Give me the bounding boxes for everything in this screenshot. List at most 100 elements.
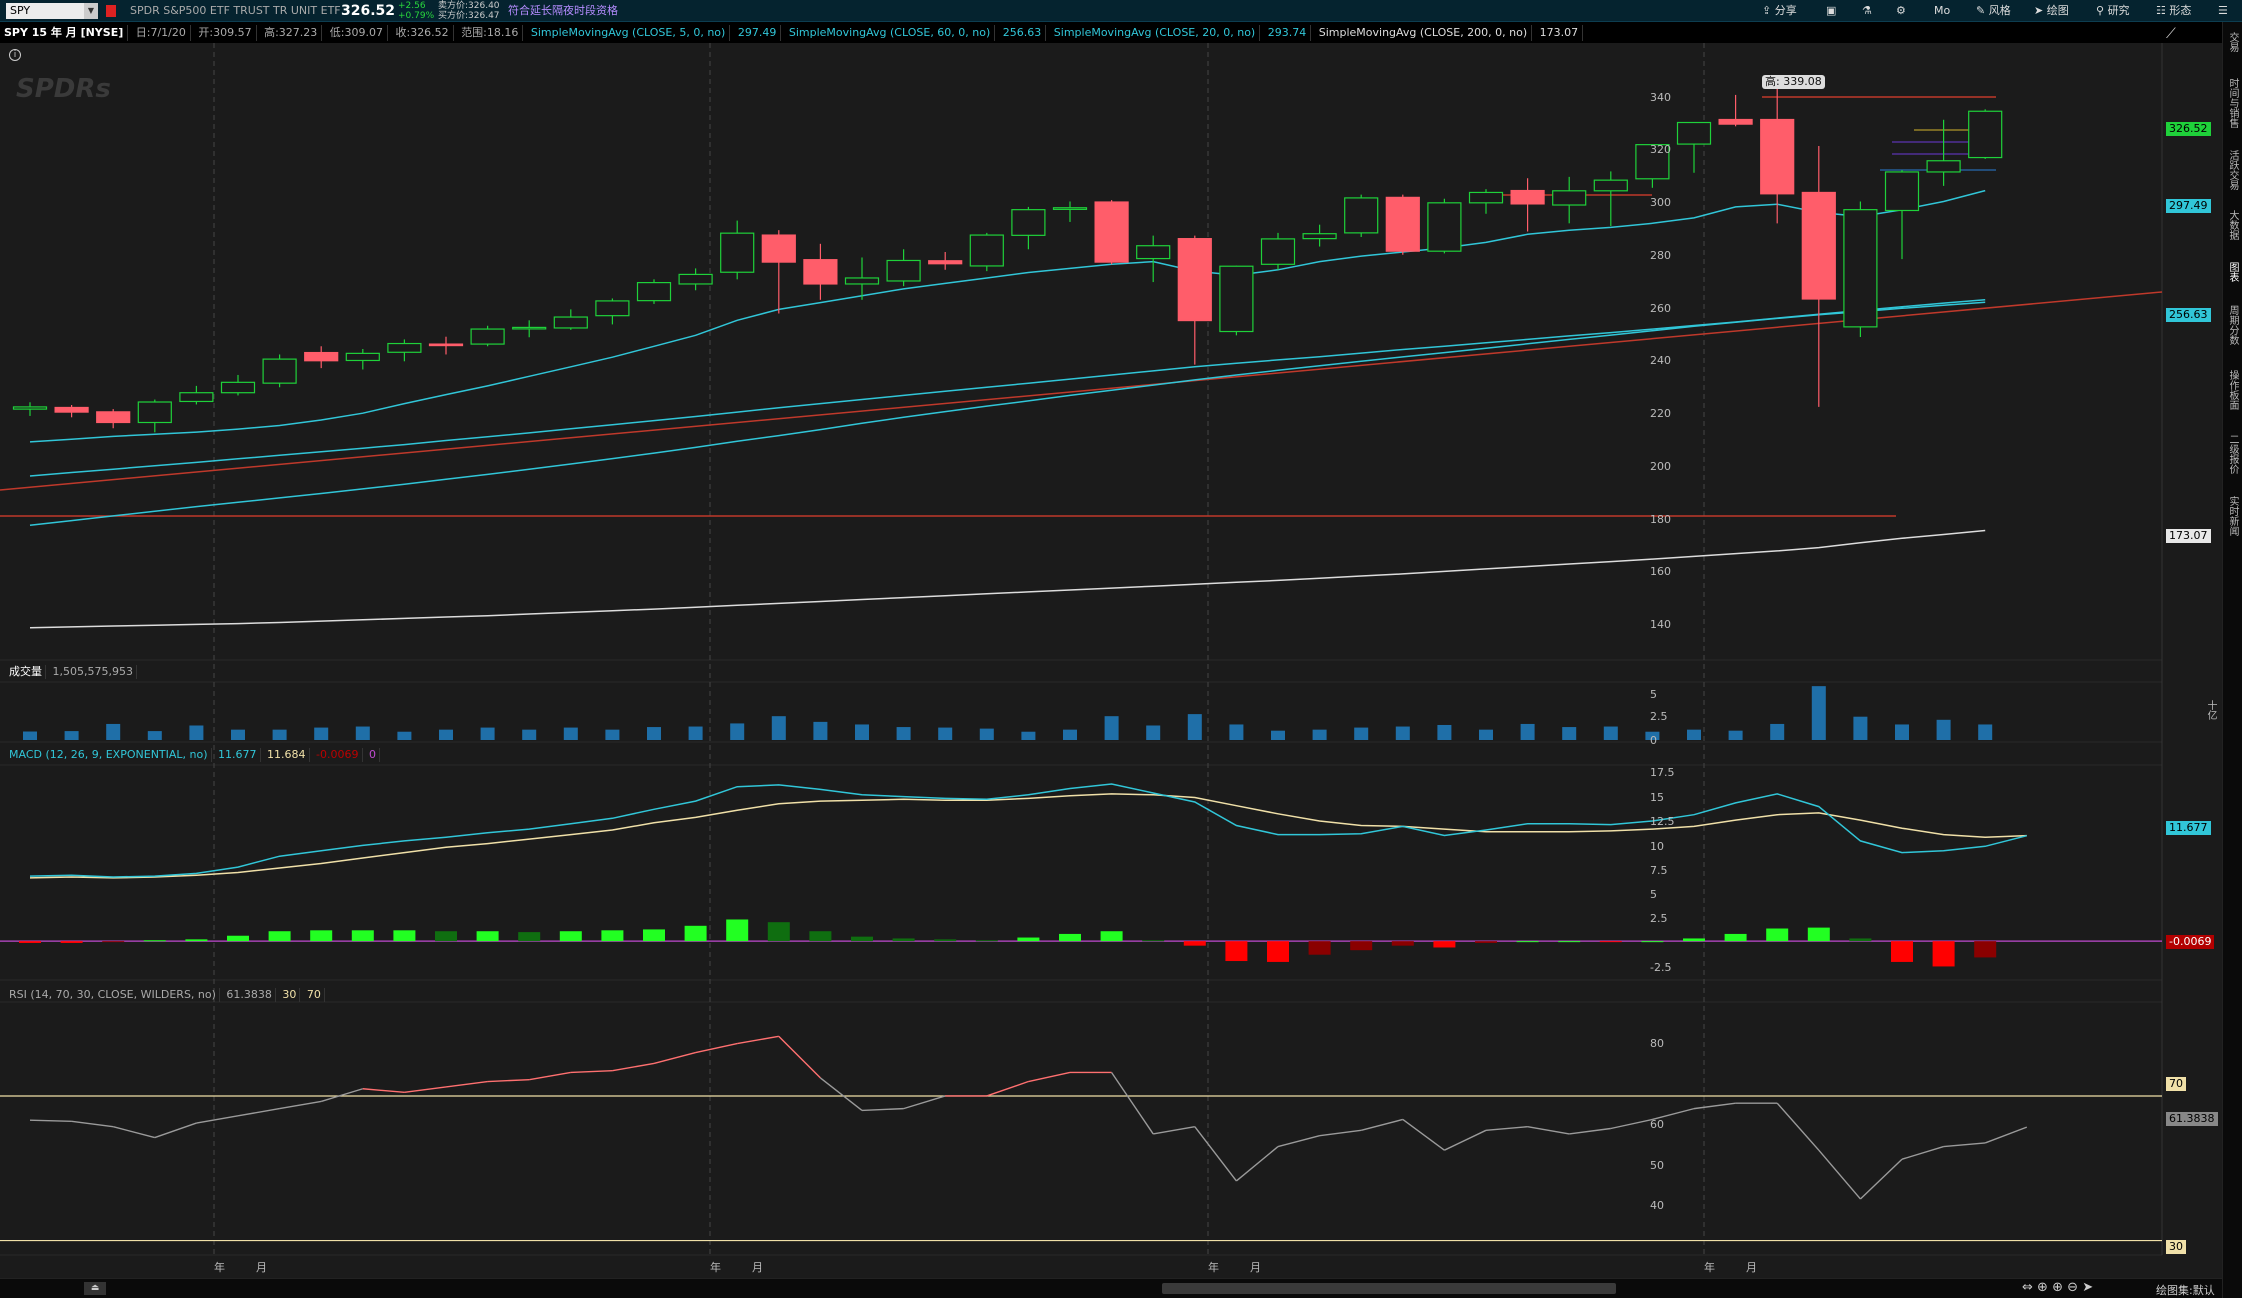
horizontal-scrollbar[interactable] <box>1162 1283 1616 1294</box>
macd-avg: 11.684 <box>264 748 310 762</box>
rsi-ob-tag: 70 <box>2166 1077 2186 1091</box>
candle-body <box>1510 189 1545 205</box>
volume-bar <box>522 729 537 740</box>
price-tick: 280 <box>1650 249 1671 262</box>
macd-histogram-bar <box>1683 938 1705 942</box>
candle-body <box>1302 233 1337 240</box>
macd-histogram-bar <box>393 930 416 942</box>
volume-bar <box>1728 730 1743 740</box>
drawing-set-status[interactable]: 绘图集:默认 <box>2156 1282 2215 1298</box>
volume-bar <box>355 726 370 740</box>
volume-bar <box>64 731 79 740</box>
price-tick: 160 <box>1650 565 1671 578</box>
candle-body <box>1760 118 1795 195</box>
right-tab-charts[interactable]: 图表 <box>2224 262 2240 282</box>
volume-bar <box>1520 723 1535 740</box>
volume-bar <box>1853 716 1868 740</box>
volume-value: 1,505,575,953 <box>50 665 137 679</box>
volume-bar <box>688 726 703 740</box>
macd-histogram-bar <box>1932 941 1955 967</box>
info-icon[interactable]: i <box>9 49 21 61</box>
macd-diff: -0.0069 <box>313 748 363 762</box>
candle-body <box>595 300 630 317</box>
macd-tick: 5 <box>1650 888 1657 901</box>
zoom-controls[interactable]: ⇔ ⊕ ⊕ ⊖ ➤ <box>2022 1280 2093 1295</box>
high-tag: 高: 339.08 <box>1762 75 1825 89</box>
chart-corner-icon[interactable]: ⟋ <box>2166 26 2176 42</box>
candle-body <box>345 352 380 362</box>
macd-histogram-bar <box>1100 931 1123 942</box>
macd-tick: 17.5 <box>1650 766 1675 779</box>
candle-body <box>1718 118 1753 125</box>
macd-histogram-bar <box>934 939 957 942</box>
macd-histogram-bar <box>601 930 624 942</box>
candle-body <box>1094 201 1129 263</box>
volume-title[interactable]: 成交量 <box>6 665 46 679</box>
right-tab-big-data[interactable]: 大数据 <box>2224 210 2240 240</box>
zoom-in-icon[interactable]: ⊕ <box>2052 1280 2063 1295</box>
macd-histogram-bar <box>684 925 707 942</box>
rsi-tick: 80 <box>1650 1037 1664 1050</box>
macd-tick: 7.5 <box>1650 864 1668 877</box>
volume-bar <box>1354 727 1369 740</box>
zoom-out-icon[interactable]: ⊖ <box>2067 1280 2078 1295</box>
pan-icon[interactable]: ⇔ <box>2022 1280 2033 1295</box>
x-label-month: 月 <box>256 1261 267 1274</box>
volume-bar <box>1562 727 1577 740</box>
volume-bar <box>23 731 37 740</box>
candle-body <box>1052 207 1088 210</box>
right-tab-dashboard[interactable]: 操作板面 <box>2224 370 2240 410</box>
volume-bar <box>1104 716 1119 740</box>
crosshair-icon[interactable]: ⊕ <box>2037 1280 2048 1295</box>
collapse-button[interactable]: ⏏ <box>84 1282 106 1295</box>
macd-histogram-bar <box>185 939 208 942</box>
pointer-icon[interactable]: ➤ <box>2082 1280 2093 1295</box>
volume-bar <box>1603 726 1618 740</box>
macd-zero: 0 <box>366 748 380 762</box>
macd-histogram-bar <box>643 929 665 942</box>
right-tab-level2[interactable]: 二级报价 <box>2224 434 2240 474</box>
chart-canvas[interactable] <box>0 0 2222 1278</box>
bottom-bar: ⏏ ⇔ ⊕ ⊕ ⊖ ➤ 绘图集:默认 <box>0 1278 2222 1298</box>
candle-body <box>720 232 755 273</box>
rsi-tick: 50 <box>1650 1159 1664 1172</box>
macd-histogram-bar <box>1183 941 1206 946</box>
candle-body <box>1427 202 1462 252</box>
x-label-year: 年 <box>1208 1261 1219 1274</box>
candle-body <box>1011 209 1046 236</box>
candle-body <box>761 234 796 263</box>
macd-histogram-bar <box>1974 941 1997 958</box>
volume-unit: 十亿 <box>2205 700 2216 720</box>
candle-body <box>54 406 89 413</box>
candle-body <box>179 392 214 403</box>
candle-body <box>220 381 256 394</box>
macd-histogram-bar <box>851 936 873 942</box>
volume-bar <box>1146 725 1161 740</box>
macd-title[interactable]: MACD (12, 26, 9, EXPONENTIAL, no) <box>6 748 212 762</box>
rsi-os-tag: 30 <box>2166 1240 2186 1254</box>
x-label-month: 月 <box>752 1261 763 1274</box>
macd-diff-tag: -0.0069 <box>2166 935 2215 949</box>
volume-bar <box>1479 729 1493 740</box>
rsi-title[interactable]: RSI (14, 70, 30, CLOSE, WILDERS, no) <box>6 988 220 1002</box>
volume-bar <box>1811 686 1826 740</box>
price-tick: 340 <box>1650 91 1671 104</box>
volume-bar <box>189 725 204 740</box>
macd-histogram-bar <box>892 938 915 942</box>
macd-histogram-bar <box>975 940 998 942</box>
right-tab-time-sales[interactable]: 时间与销售 <box>2224 78 2240 128</box>
volume-bar <box>1312 729 1327 740</box>
right-tab-active-trader[interactable]: 活跃交易 <box>2224 150 2240 190</box>
right-tab-trade[interactable]: 交易 <box>2224 32 2240 52</box>
candle-body <box>1968 110 2003 159</box>
candle-body <box>387 342 422 353</box>
volume-bar <box>563 727 578 740</box>
macd-histogram-bar <box>1017 937 1040 942</box>
macd-histogram-bar <box>1766 928 1789 942</box>
macd-histogram-bar <box>1308 941 1331 955</box>
right-tab-news[interactable]: 实时新闻 <box>2224 496 2240 536</box>
rsi-value-tag: 61.3838 <box>2166 1112 2218 1126</box>
right-tab-cycle[interactable]: 周期分数 <box>2224 305 2240 345</box>
candle-body <box>1219 265 1254 333</box>
candle-body <box>1593 179 1628 192</box>
